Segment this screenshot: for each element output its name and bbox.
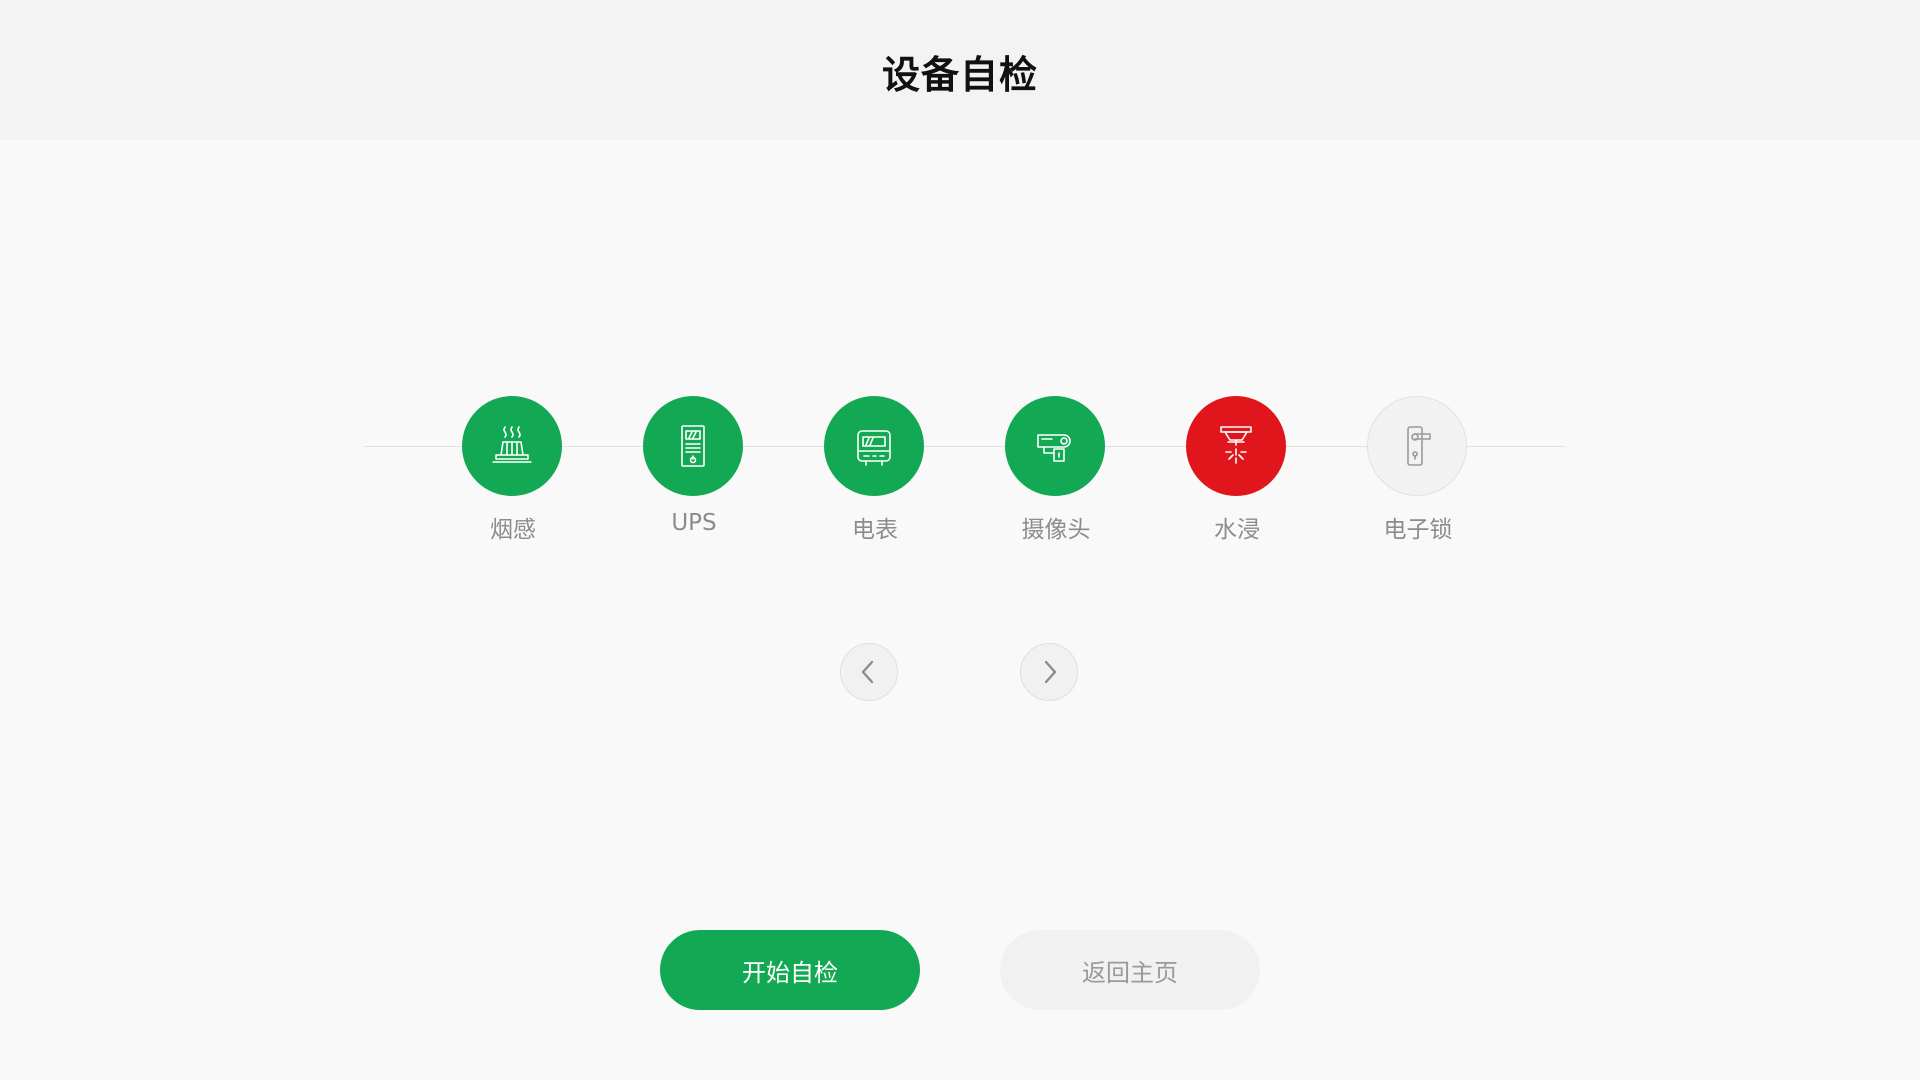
water-sensor-icon [1220, 426, 1252, 464]
return-home-button[interactable]: 返回主页 [1000, 930, 1260, 1010]
device-smoke[interactable]: 烟感 [462, 396, 564, 543]
start-self-check-button[interactable]: 开始自检 [660, 930, 920, 1010]
device-label: 烟感 [490, 517, 536, 543]
next-page-button[interactable] [1020, 643, 1078, 701]
device-label: 水浸 [1214, 517, 1260, 543]
device-ups[interactable]: UPS [643, 396, 745, 536]
camera-icon [1037, 434, 1071, 462]
ups-icon [681, 425, 705, 467]
device-label: 电子锁 [1383, 517, 1453, 543]
smoke-detector-icon [492, 426, 532, 463]
device-label: 电表 [852, 517, 898, 543]
prev-page-button[interactable] [840, 643, 898, 701]
device-status-circle[interactable] [1367, 396, 1467, 496]
device-lock[interactable]: 电子锁 [1367, 396, 1469, 543]
device-status-circle[interactable] [1186, 396, 1286, 496]
device-status-circle[interactable] [1005, 396, 1105, 496]
chevron-left-icon [861, 660, 874, 684]
device-label: 摄像头 [1021, 517, 1091, 543]
device-camera[interactable]: 摄像头 [1005, 396, 1107, 543]
device-status-circle[interactable] [824, 396, 924, 496]
door-lock-icon [1407, 426, 1431, 466]
device-meter[interactable]: 电表 [824, 396, 926, 543]
device-water[interactable]: 水浸 [1186, 396, 1288, 543]
chevron-right-icon [1044, 660, 1057, 684]
device-status-circle[interactable] [643, 396, 743, 496]
header-bar: 设备自检 [0, 0, 1920, 140]
page-title: 设备自检 [881, 53, 1038, 97]
device-label: UPS [671, 510, 717, 536]
device-status-circle[interactable] [462, 396, 562, 496]
electric-meter-icon [857, 430, 891, 466]
